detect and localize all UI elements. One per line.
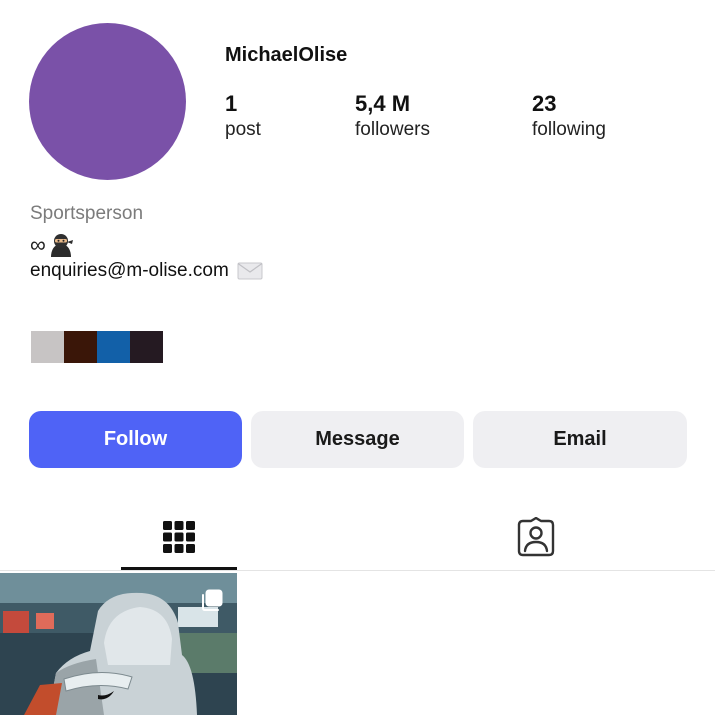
stat-followers-count: 5,4 M	[355, 91, 411, 116]
post-thumbnail[interactable]	[0, 573, 237, 715]
infinity-symbol: ∞	[30, 232, 46, 257]
stat-following-count: 23	[532, 91, 557, 116]
bio-emoji-line: ∞	[30, 232, 74, 258]
stat-posts-label: post	[225, 119, 261, 140]
stat-followers[interactable]: 5,4 M followers	[355, 91, 430, 143]
tagged-icon	[517, 517, 555, 557]
tab-grid[interactable]	[121, 505, 237, 569]
follow-button[interactable]: Follow	[29, 411, 242, 468]
message-button[interactable]: Message	[251, 411, 464, 468]
email-button[interactable]: Email	[473, 411, 687, 468]
grid-icon	[163, 521, 195, 553]
envelope-emoji-icon	[237, 262, 263, 280]
bio-email[interactable]: enquiries@m-olise.com	[30, 260, 229, 282]
profile-username: MichaelOlise	[225, 44, 348, 66]
bio-category: Sportsperson	[30, 203, 144, 224]
swatch-1	[31, 331, 64, 363]
tab-tagged[interactable]	[478, 505, 594, 569]
swatch-4	[130, 331, 163, 363]
stat-following[interactable]: 23 following	[532, 91, 606, 143]
bio-email-line: enquiries@m-olise.com	[30, 260, 263, 282]
stat-posts-count: 1	[225, 91, 238, 116]
swatch-2	[64, 331, 97, 363]
carousel-icon	[202, 589, 223, 611]
color-swatches	[31, 331, 163, 363]
tabs-divider	[0, 570, 715, 571]
stat-followers-label: followers	[355, 119, 430, 140]
ninja-emoji-icon	[50, 234, 73, 257]
stat-posts[interactable]: 1 post	[225, 91, 261, 143]
stat-following-label: following	[532, 119, 606, 140]
swatch-3	[97, 331, 130, 363]
profile-avatar[interactable]	[29, 23, 186, 180]
